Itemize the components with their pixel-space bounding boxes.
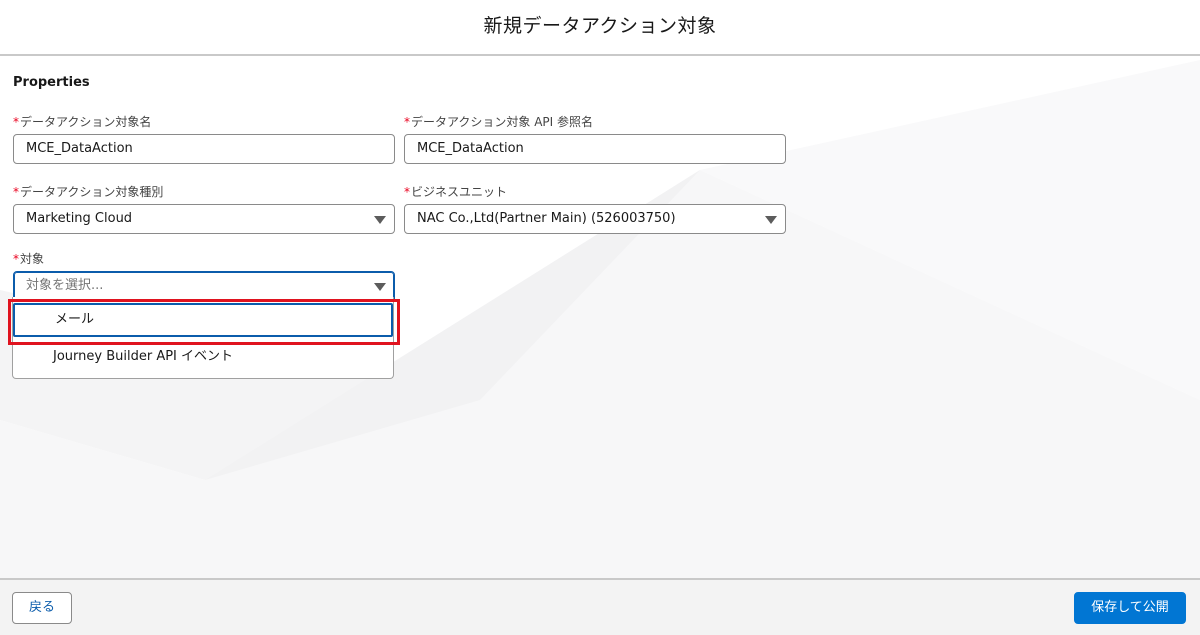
field-label: *ビジネスユニット bbox=[404, 184, 788, 200]
api-name-input[interactable]: MCE_DataAction bbox=[404, 134, 786, 164]
field-target-name: *データアクション対象名 MCE_DataAction bbox=[13, 114, 397, 164]
label-text: データアクション対象名 bbox=[20, 115, 152, 129]
field-business-unit: *ビジネスユニット NAC Co.,Ltd(Partner Main) (526… bbox=[404, 184, 788, 234]
section-title: Properties bbox=[13, 75, 90, 90]
modal-body: Properties *データアクション対象名 MCE_DataAction *… bbox=[0, 56, 1200, 578]
business-unit-select[interactable]: NAC Co.,Ltd(Partner Main) (526003750) bbox=[404, 204, 786, 234]
required-mark: * bbox=[404, 185, 410, 199]
field-api-name: *データアクション対象 API 参照名 MCE_DataAction bbox=[404, 114, 788, 164]
listbox-option-journey-builder-api-event[interactable]: Journey Builder API イベント bbox=[13, 340, 393, 374]
selected-value: Marketing Cloud bbox=[26, 211, 133, 226]
required-mark: * bbox=[13, 115, 19, 129]
field-target: *対象 対象を選択... bbox=[13, 251, 397, 301]
target-name-input[interactable]: MCE_DataAction bbox=[13, 134, 395, 164]
field-label: *データアクション対象種別 bbox=[13, 184, 397, 200]
required-mark: * bbox=[13, 252, 19, 266]
label-text: 対象 bbox=[20, 252, 45, 266]
caret-down-icon[interactable] bbox=[374, 283, 386, 291]
required-mark: * bbox=[13, 185, 19, 199]
modal-header: 新規データアクション対象 bbox=[0, 0, 1200, 56]
new-data-action-target-modal: 新規データアクション対象 Properties *データアクション対象名 MCE… bbox=[0, 0, 1200, 635]
field-label: *対象 bbox=[13, 251, 397, 267]
label-text: データアクション対象種別 bbox=[20, 185, 164, 199]
caret-down-icon bbox=[765, 216, 777, 224]
selected-value: NAC Co.,Ltd(Partner Main) (526003750) bbox=[417, 211, 676, 226]
target-listbox: メール Journey Builder API イベント bbox=[12, 297, 394, 379]
caret-down-icon bbox=[374, 216, 386, 224]
save-and-publish-button[interactable]: 保存して公開 bbox=[1074, 592, 1186, 624]
label-text: データアクション対象 API 参照名 bbox=[411, 115, 594, 129]
field-target-type: *データアクション対象種別 Marketing Cloud bbox=[13, 184, 397, 234]
required-mark: * bbox=[404, 115, 410, 129]
back-button[interactable]: 戻る bbox=[12, 592, 72, 624]
modal-title: 新規データアクション対象 bbox=[483, 15, 717, 37]
field-label: *データアクション対象 API 参照名 bbox=[404, 114, 788, 130]
listbox-option-email[interactable]: メール bbox=[13, 303, 393, 337]
modal-footer: 戻る 保存して公開 bbox=[0, 578, 1200, 635]
combobox-placeholder: 対象を選択... bbox=[26, 278, 104, 293]
field-label: *データアクション対象名 bbox=[13, 114, 397, 130]
label-text: ビジネスユニット bbox=[411, 185, 508, 199]
target-type-select[interactable]: Marketing Cloud bbox=[13, 204, 395, 234]
